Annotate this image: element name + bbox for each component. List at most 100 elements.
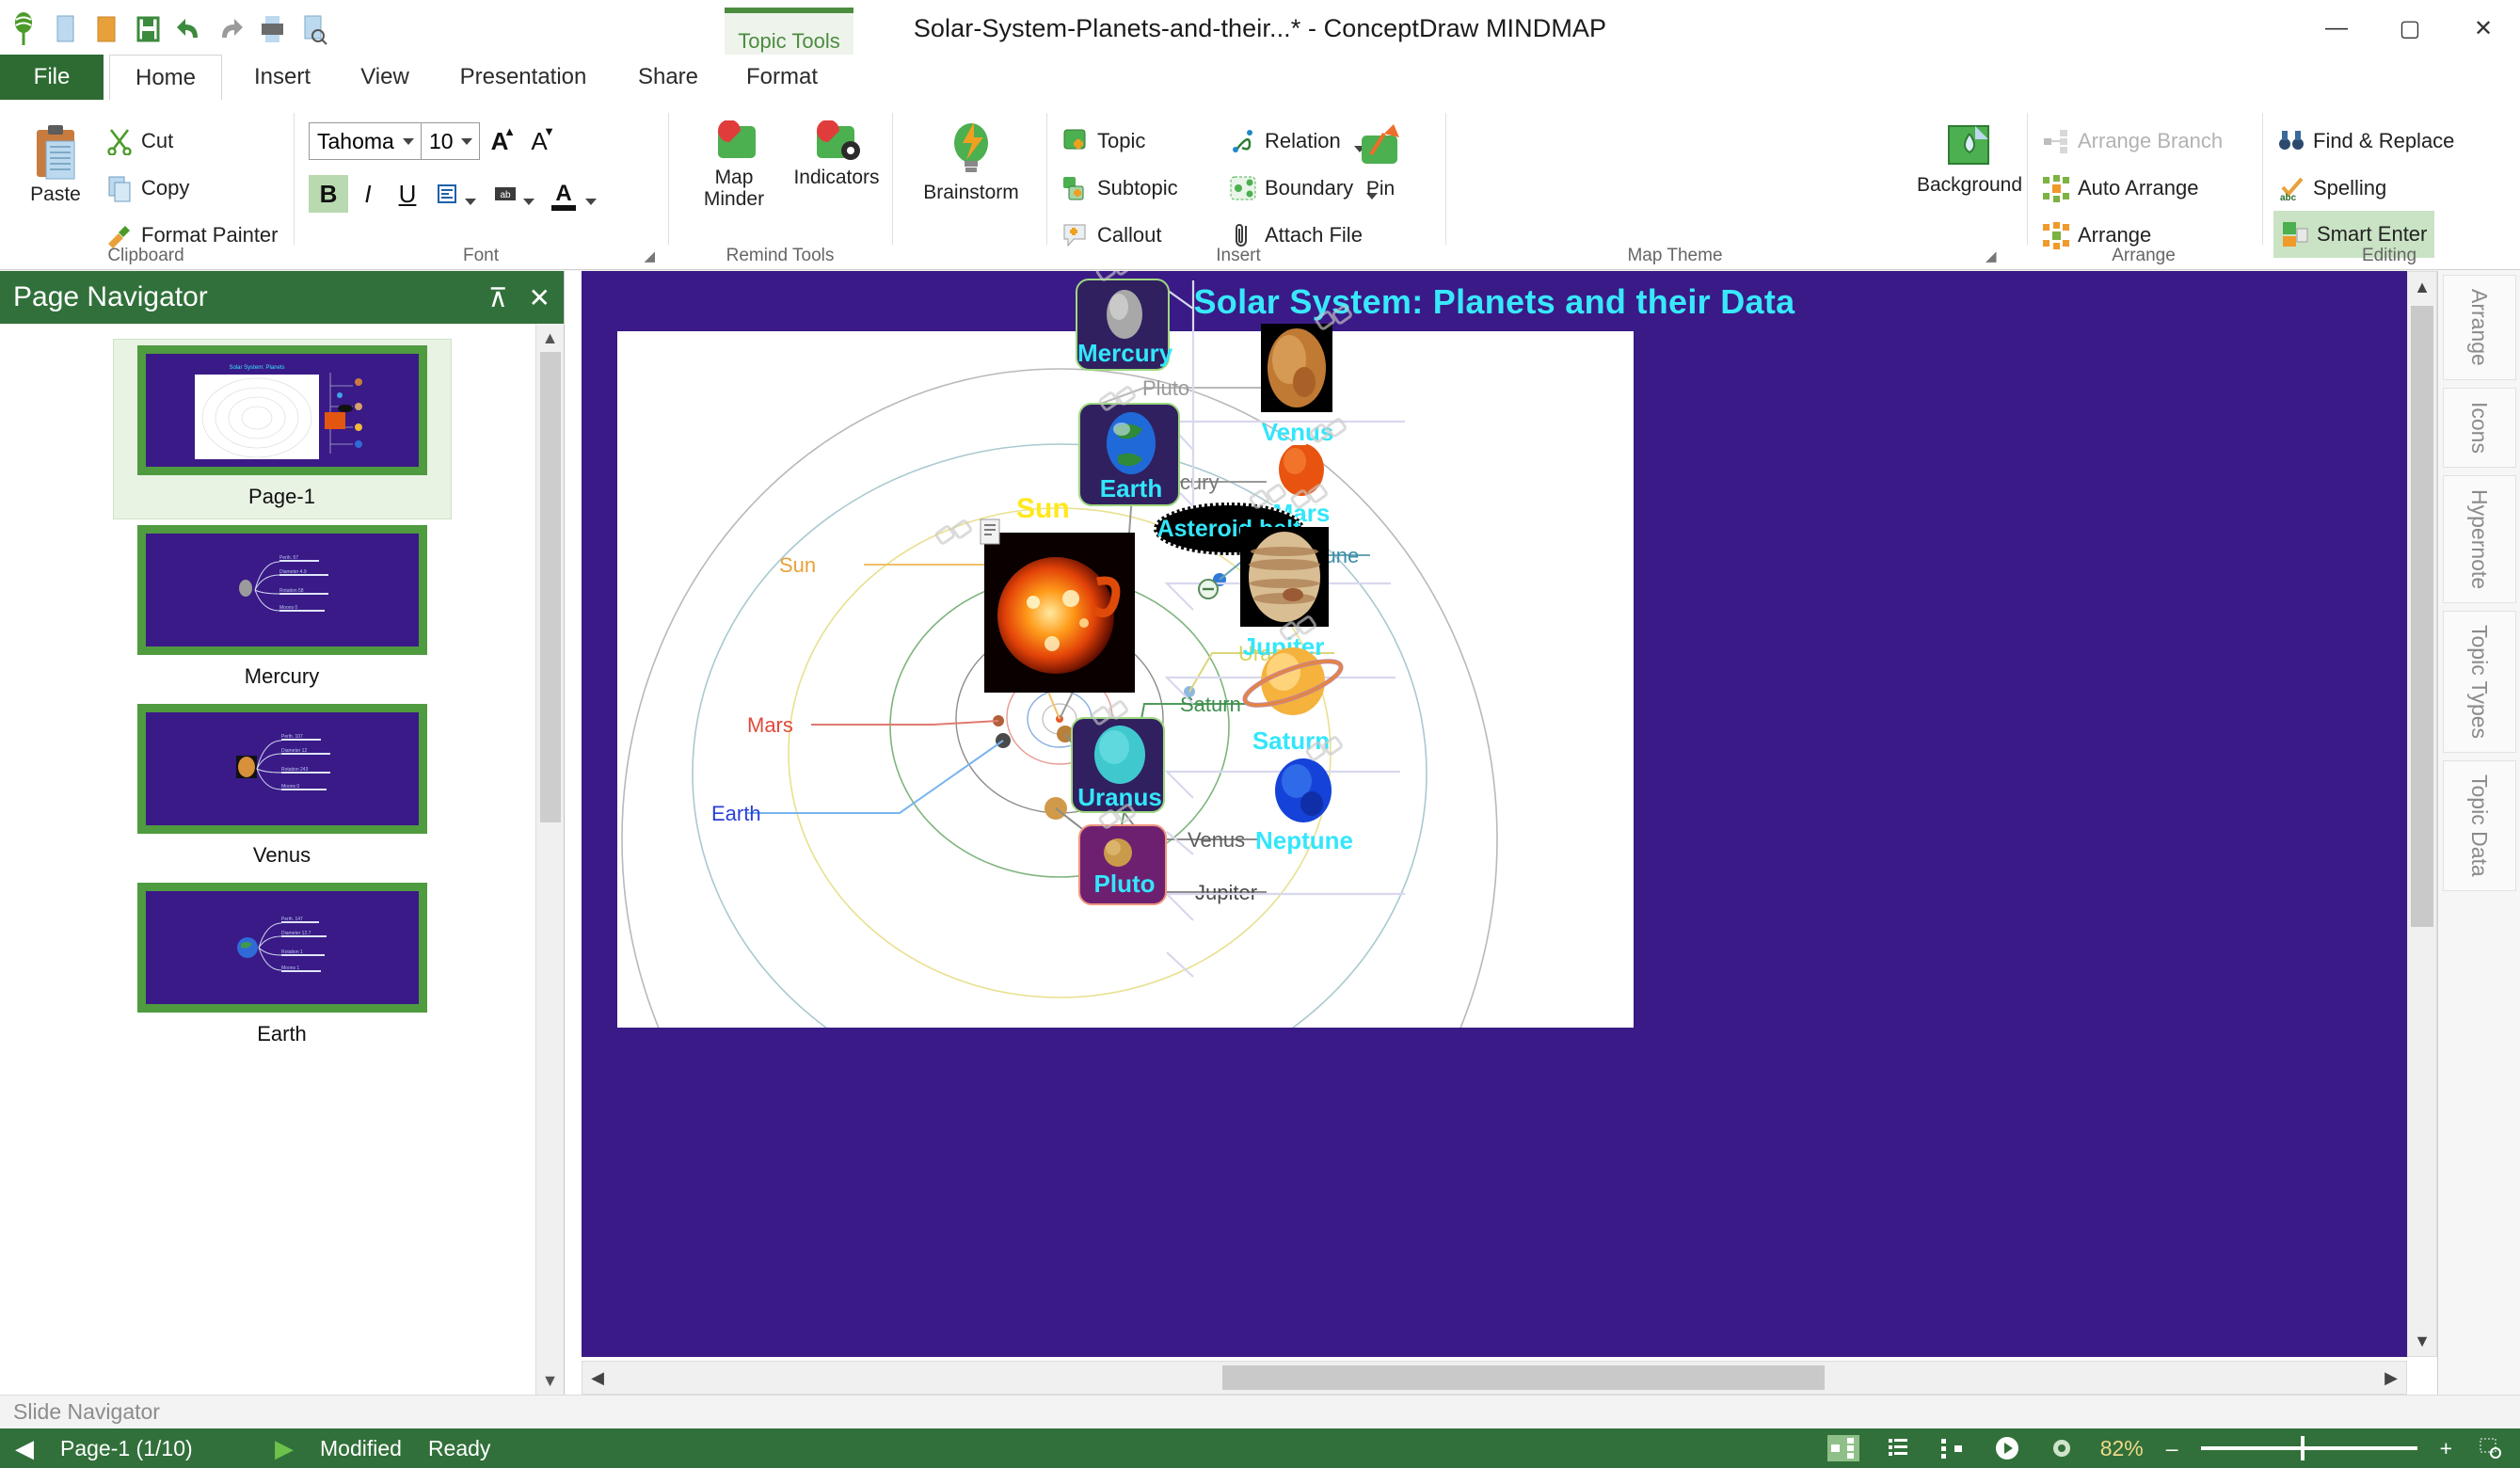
shrink-font-button[interactable]: A ▼ bbox=[519, 122, 559, 160]
indicators-button[interactable]: Indicators bbox=[785, 120, 888, 189]
mindmap-view-icon[interactable] bbox=[1826, 1435, 1859, 1461]
scroll-down-icon[interactable]: ▼ bbox=[536, 1366, 564, 1395]
cut-button[interactable]: Cut bbox=[105, 120, 173, 162]
hyperlink-icon[interactable] bbox=[1278, 612, 1316, 644]
minimize-button[interactable]: — bbox=[2300, 0, 2373, 56]
hyperlink-icon[interactable] bbox=[1248, 480, 1286, 512]
maximize-button[interactable]: ▢ bbox=[2373, 0, 2447, 56]
hyperlink-icon[interactable] bbox=[1097, 800, 1136, 832]
mindmap-node-pluto[interactable]: Pluto bbox=[1078, 824, 1167, 905]
background-button[interactable]: Background bbox=[1917, 120, 2022, 197]
mindmap-node-earth[interactable]: Earth bbox=[1078, 403, 1180, 506]
highlight-chevron-down-icon[interactable] bbox=[523, 198, 534, 205]
settings-gear-icon[interactable] bbox=[2046, 1435, 2078, 1461]
tab-view[interactable]: View bbox=[343, 55, 427, 100]
tab-insert[interactable]: Insert bbox=[235, 55, 329, 100]
hyperlink-icon[interactable] bbox=[933, 516, 972, 548]
map-theme-dialog-launcher-icon[interactable]: ◢ bbox=[1986, 247, 1997, 264]
brainstorm-button[interactable]: Brainstorm bbox=[917, 120, 1026, 204]
find-replace-button[interactable]: Find & Replace bbox=[2277, 120, 2454, 162]
copy-button[interactable]: Copy bbox=[105, 168, 189, 209]
hyperlink-icon[interactable] bbox=[1094, 271, 1133, 284]
mindmap-node-sun[interactable]: Sun bbox=[934, 493, 1154, 700]
tab-file[interactable]: File bbox=[0, 55, 104, 100]
font-size-chevron-down-icon[interactable] bbox=[461, 138, 472, 145]
paragraph-align-button[interactable] bbox=[427, 175, 467, 213]
font-family-chevron-down-icon[interactable] bbox=[403, 138, 414, 145]
status-bar: ◀ Page-1 (1/10) ▶ Modified Ready 82% – + bbox=[0, 1428, 2520, 1468]
close-button[interactable]: ✕ bbox=[2447, 0, 2520, 56]
branch-view-icon[interactable] bbox=[1937, 1435, 1969, 1461]
close-panel-icon[interactable]: ✕ bbox=[529, 282, 550, 313]
mindmap-node-saturn[interactable]: Saturn bbox=[1238, 640, 1351, 755]
font-dialog-launcher-icon[interactable]: ◢ bbox=[644, 247, 655, 264]
font-size-select[interactable]: 10 bbox=[422, 122, 480, 160]
side-tab-arrange[interactable]: Arrange bbox=[2442, 275, 2516, 380]
fit-to-window-icon[interactable] bbox=[2475, 1435, 2507, 1461]
canvas-vertical-scrollbar[interactable]: ▲ ▼ bbox=[2407, 271, 2437, 1357]
page-thumbnail-item[interactable]: Perih. 57 Diameter 4.9 Rotation 58 Moons 0 … bbox=[0, 519, 564, 698]
canvas-scroll-up-icon[interactable]: ▲ bbox=[2408, 272, 2436, 302]
horizontal-scrollbar-thumb[interactable] bbox=[1222, 1365, 1825, 1390]
italic-button[interactable]: I bbox=[348, 175, 388, 213]
auto-arrange-button[interactable]: Auto Arrange bbox=[2042, 168, 2198, 209]
hyperlink-icon[interactable] bbox=[1097, 382, 1136, 414]
side-tab-topic-data[interactable]: Topic Data bbox=[2442, 759, 2516, 891]
font-color-chevron-down-icon[interactable] bbox=[585, 198, 597, 205]
zoom-out-button[interactable]: – bbox=[2166, 1436, 2178, 1461]
italic-label: I bbox=[364, 179, 372, 208]
canvas-scroll-down-icon[interactable]: ▼ bbox=[2408, 1326, 2436, 1356]
bold-button[interactable]: B bbox=[309, 175, 348, 213]
mindmap-canvas[interactable]: Solar System: Planets and their Data Plu… bbox=[582, 271, 2407, 1357]
scrollbar-thumb[interactable] bbox=[540, 352, 561, 822]
hyperlink-icon[interactable] bbox=[1308, 414, 1347, 446]
pin-button[interactable]: Pin bbox=[1338, 122, 1423, 200]
ribbon-separator bbox=[2027, 113, 2028, 245]
map-minder-button[interactable]: Map Minder bbox=[689, 120, 779, 210]
vertical-scrollbar-thumb[interactable] bbox=[2411, 306, 2433, 927]
font-color-button[interactable]: A bbox=[544, 175, 583, 213]
scroll-up-icon[interactable]: ▲ bbox=[536, 324, 564, 352]
insert-topic-button[interactable]: Topic bbox=[1061, 120, 1145, 162]
side-tab-topic-types[interactable]: Topic Types bbox=[2442, 610, 2516, 753]
play-presentation-icon[interactable] bbox=[1991, 1435, 2023, 1461]
page-thumbnail-item[interactable]: Perih. 107 Diameter 12 Rotation 243 Moons 0… bbox=[0, 698, 564, 877]
highlight-button[interactable]: ab bbox=[486, 175, 525, 213]
hyperlink-icon[interactable] bbox=[1314, 301, 1352, 333]
mindmap-node-neptune[interactable]: Neptune bbox=[1255, 755, 1370, 854]
previous-page-button[interactable]: ◀ bbox=[15, 1434, 34, 1463]
pin-panel-icon[interactable]: ⊼ bbox=[488, 282, 508, 313]
canvas-scroll-left-icon[interactable]: ◀ bbox=[582, 1368, 613, 1388]
note-icon[interactable] bbox=[975, 518, 1007, 548]
zoom-in-button[interactable]: + bbox=[2440, 1436, 2452, 1461]
tab-presentation[interactable]: Presentation bbox=[439, 55, 608, 100]
paste-button[interactable]: Paste bbox=[13, 122, 98, 206]
tab-share[interactable]: Share bbox=[621, 55, 715, 100]
align-chevron-down-icon[interactable] bbox=[465, 198, 476, 205]
arrange-branch-button[interactable]: Arrange Branch bbox=[2042, 120, 2223, 162]
next-page-button[interactable]: ▶ bbox=[275, 1434, 294, 1463]
canvas-scroll-right-icon[interactable]: ▶ bbox=[2376, 1368, 2406, 1388]
mindmap-node-mercury[interactable]: Mercury bbox=[1076, 279, 1172, 371]
side-tab-icons[interactable]: Icons bbox=[2442, 387, 2516, 468]
font-family-select[interactable]: Tahoma bbox=[309, 122, 422, 160]
insert-subtopic-button[interactable]: Subtopic bbox=[1061, 168, 1178, 209]
zoom-slider-knob[interactable] bbox=[2300, 1436, 2305, 1460]
side-tab-hypernote[interactable]: Hypernote bbox=[2442, 474, 2516, 603]
hyperlink-icon[interactable] bbox=[1304, 732, 1343, 764]
spelling-button[interactable]: abc Spelling bbox=[2277, 168, 2386, 209]
arrange-label: Arrange bbox=[2078, 223, 2152, 247]
hyperlink-icon[interactable] bbox=[1090, 696, 1128, 728]
outline-view-icon[interactable] bbox=[1882, 1435, 1914, 1461]
page-navigator-scrollbar[interactable]: ▲ ▼ bbox=[535, 324, 564, 1395]
underline-button[interactable]: U bbox=[388, 175, 427, 213]
slide-navigator-bar[interactable]: Slide Navigator bbox=[0, 1395, 2520, 1428]
zoom-slider[interactable] bbox=[2200, 1436, 2417, 1460]
tab-format[interactable]: Format bbox=[730, 55, 834, 100]
page-thumbnail-item[interactable]: Perih. 147 Diameter 12.7 Rotation 1 Moons 1… bbox=[0, 877, 564, 1056]
tab-home[interactable]: Home bbox=[109, 55, 222, 100]
hyperlink-icon[interactable] bbox=[1289, 480, 1328, 512]
canvas-horizontal-scrollbar[interactable]: ◀ ▶ bbox=[582, 1361, 2407, 1395]
grow-font-button[interactable]: A ▲ bbox=[480, 122, 519, 160]
page-thumbnail-item[interactable]: Solar System: Planets Page-1 bbox=[112, 339, 452, 519]
